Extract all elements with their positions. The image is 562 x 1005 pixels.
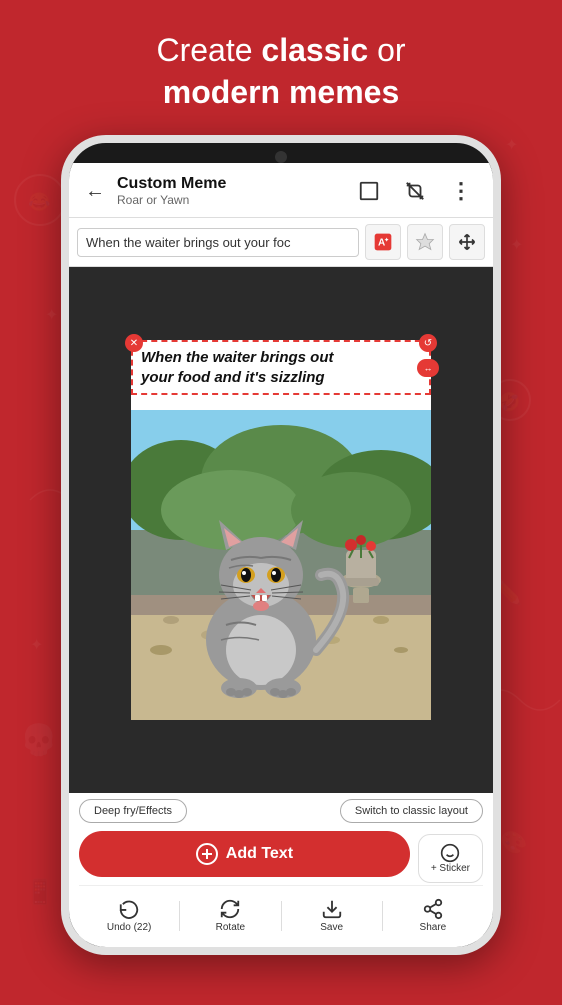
- save-label: Save: [320, 922, 343, 933]
- sticker-label: + Sticker: [431, 863, 470, 874]
- rotate-label: Rotate: [216, 922, 245, 933]
- back-button[interactable]: ←: [85, 180, 105, 203]
- crop-icon-button[interactable]: [399, 175, 431, 207]
- nav-save[interactable]: Save: [282, 894, 382, 937]
- share-label: Share: [420, 922, 447, 933]
- add-text-button[interactable]: Add Text: [79, 831, 410, 877]
- hero-bold2: modern memes: [163, 74, 400, 110]
- effect-buttons-row: Deep fry/Effects Switch to classic layou…: [79, 799, 483, 823]
- save-icon: [321, 898, 343, 920]
- frame-icon-button[interactable]: [353, 175, 385, 207]
- cat-image: [131, 410, 431, 720]
- deep-fry-button[interactable]: Deep fry/Effects: [79, 799, 187, 823]
- add-text-label: Add Text: [226, 845, 293, 863]
- hero-line1: Create: [156, 32, 261, 68]
- handle-resize[interactable]: ↔: [417, 359, 439, 377]
- svg-text:💀: 💀: [20, 722, 57, 757]
- emoji-button[interactable]: [407, 224, 443, 260]
- nav-share[interactable]: Share: [383, 894, 483, 937]
- app-bar: ← Custom Meme Roar or Yawn ⋮: [69, 163, 493, 217]
- undo-label: Undo (22): [107, 922, 151, 933]
- sticker-button[interactable]: + Sticker: [418, 834, 483, 883]
- app-main-title: Custom Meme: [117, 175, 341, 193]
- meme-text-content: When the waiter brings out your food and…: [141, 348, 421, 387]
- more-options-button[interactable]: ⋮: [445, 175, 477, 207]
- move-button[interactable]: [449, 224, 485, 260]
- canvas-area: ✕ ↺ ↔ When the waiter brings out your fo…: [69, 267, 493, 793]
- hero-line2: or: [368, 32, 405, 68]
- font-style-button[interactable]: A ✦: [365, 224, 401, 260]
- svg-text:✦: ✦: [30, 637, 43, 654]
- app-title-section: Custom Meme Roar or Yawn: [117, 175, 341, 207]
- app-bar-icons: ⋮: [353, 175, 477, 207]
- hero-section: Create classic or modern memes: [0, 30, 562, 113]
- meme-text-overlay[interactable]: ✕ ↺ ↔ When the waiter brings out your fo…: [131, 340, 431, 395]
- nav-rotate[interactable]: Rotate: [180, 894, 280, 937]
- hero-bold1: classic: [261, 32, 368, 68]
- switch-layout-button[interactable]: Switch to classic layout: [340, 799, 483, 823]
- rotate-icon: [219, 898, 241, 920]
- app-sub-title: Roar or Yawn: [117, 193, 341, 207]
- text-input-bar: A ✦: [69, 217, 493, 267]
- svg-text:✦: ✦: [510, 237, 523, 254]
- meme-canvas: ✕ ↺ ↔ When the waiter brings out your fo…: [131, 340, 431, 720]
- svg-text:✦: ✦: [505, 137, 518, 154]
- svg-text:🎨: 🎨: [500, 829, 527, 855]
- handle-rotate[interactable]: ↺: [419, 334, 437, 352]
- plus-circle-icon: [196, 843, 218, 865]
- svg-text:😂: 😂: [28, 192, 50, 212]
- phone-bottom-toolbar: Deep fry/Effects Switch to classic layou…: [69, 793, 493, 947]
- svg-text:✦: ✦: [45, 307, 58, 324]
- svg-text:📱: 📱: [25, 878, 55, 906]
- meme-text-input[interactable]: [77, 228, 359, 257]
- handle-remove[interactable]: ✕: [125, 334, 143, 352]
- undo-icon: [118, 898, 140, 920]
- phone-notch: [275, 151, 287, 163]
- sticker-icon: [440, 843, 460, 863]
- add-text-row: Add Text + Sticker: [79, 831, 483, 885]
- phone-mockup: ← Custom Meme Roar or Yawn ⋮: [61, 135, 501, 955]
- svg-text:✦: ✦: [384, 236, 390, 244]
- share-icon: [422, 898, 444, 920]
- bottom-nav: Undo (22) Rotate Save: [79, 885, 483, 941]
- nav-undo[interactable]: Undo (22): [79, 894, 179, 937]
